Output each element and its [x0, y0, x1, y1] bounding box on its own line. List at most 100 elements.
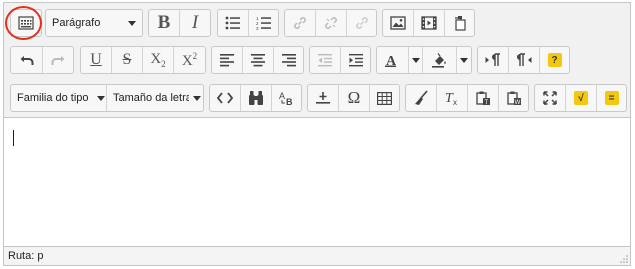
- chevron-down-icon: [460, 57, 468, 63]
- question-mark-icon: ?: [547, 53, 562, 67]
- redo-icon: [51, 56, 65, 65]
- manage-files-button[interactable]: [445, 10, 474, 36]
- svg-text:A: A: [279, 91, 285, 101]
- history-group: [10, 46, 74, 74]
- rich-text-editor: Parágrafo B I 1 2 3 U S X2 X2 A ? Famili…: [3, 2, 631, 266]
- paste-text-button[interactable]: T: [468, 85, 499, 111]
- chevron-down-icon: [193, 95, 201, 101]
- highlight-circle: [5, 6, 42, 40]
- fullscreen-icon: [543, 91, 557, 105]
- table-icon: [377, 91, 392, 105]
- superscript-button[interactable]: X2: [174, 47, 205, 73]
- list-group: 1 2 3: [217, 9, 279, 37]
- insert-image-button[interactable]: [383, 10, 414, 36]
- insert-link-button[interactable]: [285, 10, 316, 36]
- text-color-dropdown[interactable]: [409, 47, 423, 73]
- indent-group: [309, 46, 371, 74]
- replace-button[interactable]: A B: [272, 85, 301, 111]
- broom-icon: [415, 90, 428, 105]
- find-button[interactable]: [241, 85, 272, 111]
- subscript-button[interactable]: X2: [143, 47, 174, 73]
- paragraph-format-label: Parágrafo: [52, 17, 101, 29]
- chemistry-editor-button[interactable]: =: [597, 85, 626, 111]
- editor-content-area[interactable]: [4, 118, 630, 246]
- path-label: Ruta:: [8, 250, 35, 262]
- path-value[interactable]: p: [37, 250, 43, 262]
- redo-button[interactable]: [43, 47, 73, 73]
- insert-horizontal-line-button[interactable]: [308, 85, 339, 111]
- align-left-button[interactable]: [212, 47, 243, 73]
- anchor-button[interactable]: [347, 10, 376, 36]
- rtl-paragraph-icon: [517, 53, 532, 66]
- source-code-button[interactable]: [210, 85, 241, 111]
- numbered-list-button[interactable]: 1 2 3: [249, 10, 278, 36]
- paragraph-format-select[interactable]: Parágrafo: [45, 9, 143, 37]
- svg-text:T: T: [485, 100, 489, 106]
- numbered-list-icon: 1 2 3: [256, 16, 271, 30]
- font-family-label: Familia do tipo: [17, 92, 89, 104]
- manage-files-icon: [454, 16, 466, 31]
- bold-button[interactable]: B: [149, 10, 180, 36]
- outdent-button[interactable]: [310, 47, 341, 73]
- paint-bucket-icon: [431, 53, 446, 68]
- remove-format-button[interactable]: T x: [437, 85, 468, 111]
- indent-icon: [348, 53, 363, 66]
- resize-grip-icon[interactable]: [620, 255, 628, 263]
- undo-button[interactable]: [11, 47, 43, 73]
- background-color-dropdown[interactable]: [457, 47, 471, 73]
- italic-button[interactable]: I: [180, 10, 210, 36]
- ltr-button[interactable]: [478, 47, 509, 73]
- background-color-button[interactable]: [423, 47, 457, 73]
- bullet-list-button[interactable]: [218, 10, 249, 36]
- media-group: [382, 9, 475, 37]
- clear-text-format-icon: T x: [445, 91, 457, 106]
- extras-group: √ =: [534, 84, 627, 112]
- direction-group: ?: [477, 46, 570, 74]
- insert-media-button[interactable]: [414, 10, 445, 36]
- svg-text:3: 3: [256, 26, 259, 30]
- status-bar: Ruta: p: [4, 246, 630, 265]
- paste-word-icon: W: [506, 91, 521, 106]
- accessibility-helper-button[interactable]: ?: [540, 47, 569, 73]
- fullscreen-button[interactable]: [535, 85, 566, 111]
- text-color-button[interactable]: A: [377, 47, 409, 73]
- paste-word-button[interactable]: W: [499, 85, 528, 111]
- clear-formatting-button[interactable]: [406, 85, 437, 111]
- paste-text-icon: T: [476, 91, 490, 106]
- editor-toolbar: Parágrafo B I 1 2 3 U S X2 X2 A ? Famili…: [4, 3, 630, 118]
- insert-table-button[interactable]: [370, 85, 399, 111]
- chevron-down-icon: [128, 20, 136, 26]
- special-character-button[interactable]: Ω: [339, 85, 370, 111]
- unlink-button[interactable]: [316, 10, 347, 36]
- align-right-button[interactable]: [274, 47, 303, 73]
- image-icon: [390, 16, 406, 30]
- outdent-icon: [318, 53, 332, 66]
- underline-button[interactable]: U: [81, 47, 112, 73]
- font-family-select[interactable]: Familia do tipo: [11, 85, 107, 111]
- svg-text:B: B: [286, 97, 293, 106]
- replace-icon: A B: [279, 91, 293, 106]
- font-size-label: Tamaño da letra: [113, 92, 189, 104]
- equals-icon: =: [604, 91, 619, 105]
- strikethrough-icon: S: [122, 51, 132, 68]
- link-icon: [294, 17, 306, 29]
- film-icon: [421, 16, 437, 30]
- align-center-button[interactable]: [243, 47, 274, 73]
- square-root-icon: √: [574, 91, 588, 105]
- text-decoration-group: U S X2 X2: [80, 46, 206, 74]
- equation-editor-button[interactable]: √: [566, 85, 597, 111]
- rtl-button[interactable]: [509, 47, 540, 73]
- text-style-group: B I: [148, 9, 211, 37]
- font-size-select[interactable]: Tamaño da letra: [107, 85, 203, 111]
- underline-icon: U: [90, 51, 102, 68]
- strikethrough-button[interactable]: S: [112, 47, 143, 73]
- text-cursor: [13, 130, 14, 146]
- chevron-down-icon: [97, 95, 105, 101]
- insert-line-icon: [316, 92, 330, 104]
- align-center-icon: [251, 53, 265, 66]
- subscript-icon: X2: [150, 51, 166, 69]
- indent-button[interactable]: [341, 47, 370, 73]
- color-group: A: [376, 46, 472, 74]
- unlink-icon: [325, 17, 337, 29]
- svg-text:x: x: [453, 98, 457, 106]
